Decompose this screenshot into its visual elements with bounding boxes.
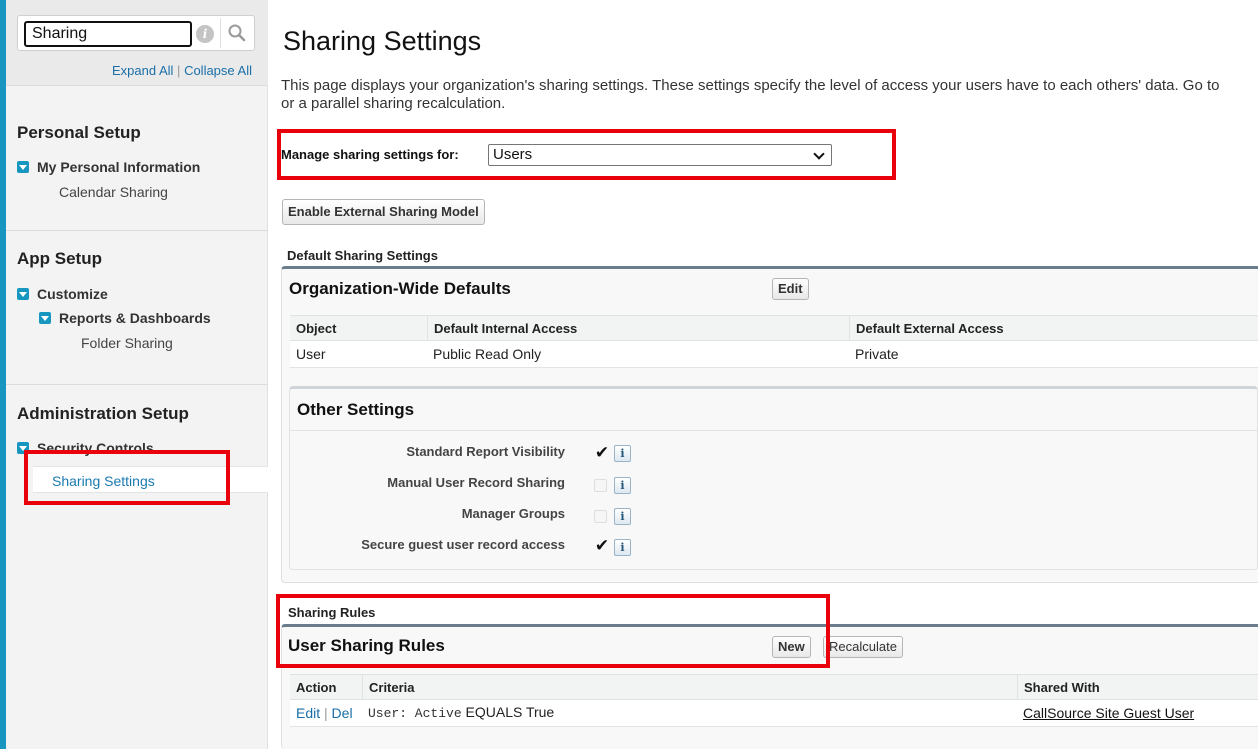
tree-node-customize[interactable]: Customize [17, 286, 108, 302]
criteria-operator: EQUALS True [465, 704, 555, 720]
expand-toggle-icon[interactable] [17, 288, 29, 300]
cell-criteria: User: Active EQUALS True [362, 700, 554, 727]
tree-node-my-personal-information[interactable]: My Personal Information [17, 159, 200, 175]
cell-actions: Edit | Del [290, 700, 353, 727]
selected-value: Users [493, 146, 533, 163]
description-line: This page displays your organization's s… [281, 77, 1220, 94]
user-sharing-rules-title: User Sharing Rules [288, 636, 445, 655]
setting-label: Standard Report Visibility [406, 444, 565, 459]
tree-node-label: Customize [37, 286, 108, 302]
tree-node-label: Reports & Dashboards [59, 310, 211, 326]
new-rule-button[interactable]: New [772, 636, 811, 658]
default-sharing-settings-label: Default Sharing Settings [287, 248, 438, 263]
description-line: or a parallel sharing recalculation. [281, 95, 506, 112]
info-icon[interactable]: i [196, 25, 214, 43]
setting-label: Manual User Record Sharing [387, 475, 565, 490]
manage-sharing-label: Manage sharing settings for: [281, 147, 459, 162]
cell-external-access: Private [855, 346, 899, 362]
search-icon [228, 24, 246, 42]
delete-rule-link[interactable]: Del [332, 705, 353, 721]
expand-toggle-icon[interactable] [17, 442, 29, 454]
cell-object: User [296, 346, 326, 362]
unchecked-box [594, 510, 607, 523]
expand-toggle-icon[interactable] [39, 312, 51, 324]
leaf-sharing-settings[interactable]: Sharing Settings [33, 466, 268, 493]
column-header: Criteria [362, 675, 1017, 701]
link-separator: | [177, 63, 181, 78]
sharing-rules-label: Sharing Rules [288, 605, 376, 620]
search-button[interactable] [220, 18, 252, 48]
quick-find-input[interactable] [24, 21, 192, 47]
expand-collapse-links: Expand All | Collapse All [112, 63, 252, 78]
setting-label: Secure guest user record access [361, 537, 565, 552]
checkmark-icon: ✔ [594, 536, 610, 555]
section-divider [6, 230, 268, 231]
administration-setup-heading: Administration Setup [17, 404, 189, 423]
column-header: Object [296, 321, 337, 336]
enable-external-sharing-button[interactable]: Enable External Sharing Model [282, 199, 485, 225]
leaf-calendar-sharing[interactable]: Calendar Sharing [59, 184, 168, 200]
quick-find-box: i [17, 15, 255, 51]
criteria-field: User: Active [368, 706, 462, 721]
checkmark-icon: ✔ [594, 443, 610, 462]
rules-table-header: Action Criteria Shared With [290, 674, 1258, 701]
main-content: Sharing Settings This page displays your… [268, 0, 1258, 749]
link-separator: | [324, 705, 328, 721]
page-title: Sharing Settings [283, 26, 482, 56]
edit-rule-link[interactable]: Edit [296, 705, 320, 721]
owd-table-header: Object Default Internal Access Default E… [290, 315, 1258, 342]
info-icon[interactable]: i [614, 445, 631, 462]
divider [290, 430, 1258, 431]
unchecked-box [594, 479, 607, 492]
cell-internal-access: Public Read Only [433, 346, 542, 362]
app-setup-heading: App Setup [17, 249, 102, 268]
leaf-label: Sharing Settings [52, 473, 155, 489]
collapse-all-link[interactable]: Collapse All [184, 63, 252, 78]
leaf-folder-sharing[interactable]: Folder Sharing [81, 335, 173, 351]
shared-with-link[interactable]: CallSource Site Guest User [1023, 705, 1194, 721]
tree-node-security-controls[interactable]: Security Controls [17, 440, 154, 456]
personal-setup-heading: Personal Setup [17, 123, 141, 142]
setup-sidebar: i Expand All | Collapse All Personal Set… [6, 0, 268, 749]
info-icon[interactable]: i [614, 477, 631, 494]
recalculate-button[interactable]: Recalculate [823, 636, 903, 658]
info-icon[interactable]: i [614, 539, 631, 556]
quick-find-area: i Expand All | Collapse All [6, 0, 268, 86]
tree-node-label: My Personal Information [37, 159, 201, 175]
column-header: Shared With [1017, 675, 1258, 701]
chevron-down-icon [813, 148, 825, 160]
manage-sharing-select[interactable]: Users [488, 144, 832, 166]
page-description: This page displays your organization's s… [281, 77, 1258, 113]
other-settings-title: Other Settings [297, 400, 415, 419]
table-row: Edit | Del User: Active EQUALS True Call… [290, 700, 1258, 727]
setting-label: Manager Groups [461, 506, 565, 521]
column-header: Action [296, 680, 337, 695]
cell-shared-with: CallSource Site Guest User [1017, 700, 1194, 727]
expand-toggle-icon[interactable] [17, 161, 29, 173]
tree-node-reports-dashboards[interactable]: Reports & Dashboards [39, 310, 211, 326]
owd-edit-button[interactable]: Edit [772, 278, 809, 300]
owd-title: Organization-Wide Defaults [289, 279, 511, 298]
table-row: User Public Read Only Private [290, 341, 1258, 368]
info-icon[interactable]: i [614, 508, 631, 525]
column-header: Default External Access [849, 316, 1258, 342]
expand-all-link[interactable]: Expand All [112, 63, 173, 78]
tree-node-label: Security Controls [37, 440, 154, 456]
section-divider [6, 384, 268, 385]
column-header: Default Internal Access [427, 316, 849, 342]
